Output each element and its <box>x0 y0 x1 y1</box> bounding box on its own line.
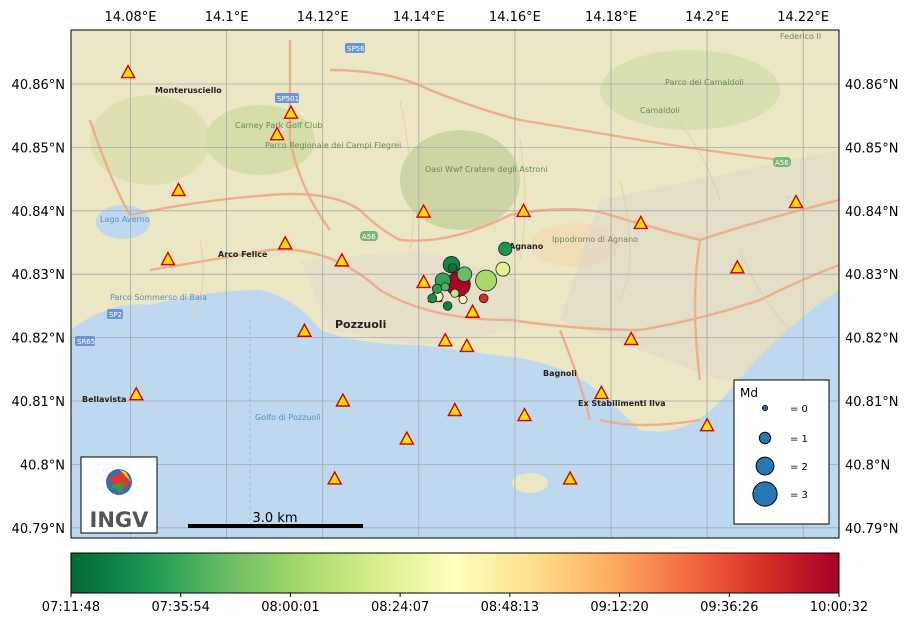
legend-box <box>733 379 830 525</box>
shield-sp501: SP501 <box>277 95 299 103</box>
label-monterusciello: Monterusciello <box>155 86 222 95</box>
shield-a56b: A56 <box>775 159 789 167</box>
time-colorbar: 07:11:48 07:35:54 08:00:01 08:24:07 08:48:13… <box>42 552 868 615</box>
lat-tick-label-left: 40.84°N <box>12 205 65 220</box>
lat-tick-label-left: 40.81°N <box>12 395 65 410</box>
earthquake-marker <box>442 301 453 311</box>
shield-a56: A56 <box>362 233 376 241</box>
lat-tick-label-right: 40.84°N <box>845 205 898 220</box>
label-golfo: Golfo di Pozzuoli <box>255 413 321 422</box>
lat-tick-label-left: 40.82°N <box>12 332 65 347</box>
lat-tick-label-left: 40.85°N <box>12 141 65 156</box>
magnitude-legend: Md = 0 = 1 = 2 = 3 <box>733 379 830 525</box>
lat-tick-label-left: 40.79°N <box>12 522 65 537</box>
colorbar-tick-label: 10:00:32 <box>810 600 868 615</box>
colorbar-tick-label: 09:12:20 <box>590 600 648 615</box>
lon-tick-label: 14.08°E <box>105 10 157 25</box>
lon-tick-label: 14.14°E <box>393 10 445 25</box>
label-parco-camaldoli: Parco dei Camaldoli <box>665 78 744 87</box>
legend-marker <box>755 456 775 476</box>
lat-tick-label-right: 40.79°N <box>845 522 898 537</box>
earthquake-marker <box>478 293 489 304</box>
label-astroni: Oasi Wwf Cratere degli Astroni <box>425 165 548 174</box>
lat-tick-label-left: 40.8°N <box>20 458 65 473</box>
scale-bar-label: 3.0 km <box>253 511 298 526</box>
lat-tick-label-left: 40.86°N <box>12 78 65 93</box>
legend-title: Md <box>740 386 758 400</box>
lat-tick-label-right: 40.85°N <box>845 141 898 156</box>
legend-marker <box>758 431 772 445</box>
earthquake-marker <box>431 283 443 294</box>
lon-tick-label: 14.18°E <box>585 10 637 25</box>
camaldoli-park <box>600 50 780 130</box>
lon-tick-label: 14.22°E <box>777 10 829 25</box>
nisida-island <box>512 473 548 493</box>
earthquake-marker <box>456 266 473 282</box>
ingv-logo: INGV <box>80 456 158 534</box>
lat-tick-label-right: 40.86°N <box>845 78 898 93</box>
legend-entry-label: = 1 <box>790 434 808 445</box>
lon-tick-label: 14.12°E <box>297 10 349 25</box>
campi-flegrei-park <box>205 105 315 175</box>
lat-tick-label-right: 40.83°N <box>845 268 898 283</box>
legend-marker <box>752 481 778 507</box>
earthquake-marker <box>440 282 450 292</box>
label-pozzuoli: Pozzuoli <box>335 318 386 331</box>
legend-entry-label: = 2 <box>790 462 808 473</box>
colorbar-tick-label: 07:11:48 <box>42 600 100 615</box>
label-carney: Carney Park Golf Club <box>235 121 322 130</box>
shield-sp56: SP56 <box>347 45 365 53</box>
lat-tick-label-right: 40.81°N <box>845 395 898 410</box>
label-parco-baia: Parco Sommerso di Baia <box>110 293 207 302</box>
colorbar-tick-label: 08:24:07 <box>371 600 429 615</box>
lon-tick-label: 14.2°E <box>685 10 729 25</box>
label-arco-felice: Arco Felice <box>218 250 268 259</box>
legend-entry-label: = 3 <box>790 490 808 501</box>
lat-tick-label-right: 40.8°N <box>845 458 890 473</box>
earthquake-marker <box>458 295 468 305</box>
legend-entry-label: = 0 <box>790 404 808 415</box>
label-bagnoli: Bagnoli <box>543 369 577 378</box>
lat-tick-label-left: 40.83°N <box>12 268 65 283</box>
label-lago-averno: Lago Averno <box>100 215 150 224</box>
label-stabilimenti: Ex Stabilimenti Ilva <box>578 399 666 408</box>
label-camaldoli: Camaldoli <box>640 106 680 115</box>
label-bellavista: Bellavista <box>82 395 126 404</box>
colorbar-tick-label: 08:00:01 <box>261 600 319 615</box>
colorbar-tick-label: 08:48:13 <box>481 600 539 615</box>
lon-tick-label: 14.16°E <box>489 10 541 25</box>
seismicity-map: Monterusciello Arco Felice Pozzuoli Agna… <box>12 10 899 615</box>
shield-sp2: SP2 <box>109 311 122 319</box>
colorbar-bar <box>70 552 840 594</box>
shield-sr65: SR65 <box>77 338 95 346</box>
label-agnano: Agnano <box>509 242 544 251</box>
colorbar-tick-label: 07:35:54 <box>152 600 210 615</box>
earthquake-marker <box>498 241 513 256</box>
lat-tick-label-right: 40.82°N <box>845 332 898 347</box>
earthquake-marker <box>447 263 458 273</box>
label-federico: Federico II <box>780 32 821 41</box>
ingv-logo-text: INGV <box>90 508 150 532</box>
label-campi-flegrei-park: Parco Regionale dei Campi Flegrei <box>265 141 401 150</box>
legend-marker <box>762 405 768 411</box>
basemap: Monterusciello Arco Felice Pozzuoli Agna… <box>71 30 839 538</box>
earthquake-marker <box>495 261 511 277</box>
earthquake-marker <box>475 269 497 292</box>
colorbar-tick-label: 09:36:26 <box>700 600 758 615</box>
earthquake-marker <box>450 288 460 298</box>
label-ippodromo: Ippodromo di Agnano <box>552 235 638 244</box>
lon-tick-label: 14.1°E <box>205 10 249 25</box>
earthquake-marker <box>427 293 438 304</box>
